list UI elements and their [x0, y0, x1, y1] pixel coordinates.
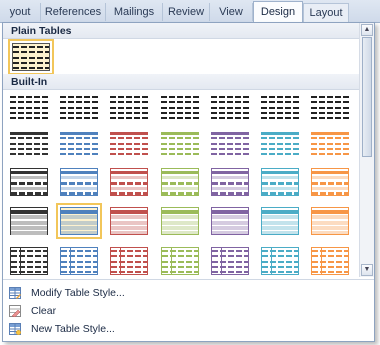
table-style-thumbnail[interactable] — [311, 168, 349, 196]
table-style-thumbnail[interactable] — [10, 130, 48, 158]
tab-mailings[interactable]: Mailings — [106, 3, 163, 21]
table-style-thumbnail[interactable] — [261, 247, 299, 275]
table-style-thumbnail[interactable] — [60, 94, 98, 122]
table-style-thumbnail[interactable] — [261, 94, 299, 122]
table-style-thumbnail[interactable] — [211, 168, 249, 196]
eraser-icon — [9, 305, 21, 318]
table-style-thumbnail[interactable] — [311, 207, 349, 236]
table-style-thumbnail[interactable] — [161, 130, 199, 158]
table-style-thumbnail[interactable] — [10, 247, 48, 275]
table-style-thumbnail[interactable] — [60, 130, 98, 158]
tab-references[interactable]: References — [41, 3, 106, 21]
modify-table-style-label: Modify Table Style... — [31, 287, 125, 299]
table-style-thumbnail[interactable] — [110, 247, 148, 275]
table-style-thumbnail[interactable] — [211, 94, 249, 122]
new-style-icon — [9, 323, 22, 336]
table-style-thumbnail[interactable] — [261, 168, 299, 196]
table-style-thumbnail[interactable] — [261, 207, 299, 236]
modify-style-icon — [9, 287, 21, 299]
table-style-thumbnail[interactable] — [211, 130, 249, 158]
clear-item[interactable]: Clear — [3, 302, 374, 320]
scroll-thumb[interactable] — [362, 37, 372, 157]
tab-design[interactable]: Design — [253, 1, 303, 23]
tab-view[interactable]: View — [210, 3, 253, 21]
tab-layout-partial[interactable]: yout — [0, 3, 41, 21]
table-style-thumbnail[interactable] — [56, 203, 102, 239]
scroll-down-icon[interactable]: ▼ — [361, 264, 373, 276]
table-style-thumbnail[interactable] — [10, 207, 48, 236]
table-style-thumbnail[interactable] — [110, 130, 148, 158]
table-style-thumbnail[interactable] — [10, 94, 48, 122]
table-style-thumbnail[interactable] — [161, 94, 199, 122]
table-style-thumbnail[interactable] — [161, 207, 199, 236]
clear-label: Clear — [31, 305, 57, 317]
table-style-thumbnail[interactable] — [261, 130, 299, 158]
table-style-thumbnail[interactable] — [60, 247, 98, 275]
new-table-style-label: New Table Style... — [31, 323, 115, 335]
new-table-style-item[interactable]: New Table Style... — [3, 320, 374, 338]
table-style-thumbnail[interactable] — [60, 168, 98, 196]
table-style-thumbnail[interactable] — [161, 168, 199, 196]
table-style-thumbnail[interactable] — [311, 130, 349, 158]
ribbon-tab-strip: yout References Mailings Review View Des… — [0, 0, 380, 23]
table-style-thumbnail[interactable] — [110, 94, 148, 122]
tab-layout[interactable]: Layout — [303, 3, 349, 22]
plain-tables-header: Plain Tables — [3, 23, 359, 39]
table-style-thumbnail[interactable] — [110, 207, 148, 236]
table-style-thumbnail[interactable] — [311, 247, 349, 275]
gallery-scrollbar[interactable]: ▲ ▼ — [359, 23, 374, 277]
table-style-thumbnail[interactable] — [211, 207, 249, 236]
gallery-menu: Modify Table Style... Clear New Table St… — [3, 279, 374, 342]
table-styles-gallery: Plain Tables Built-In ▲ ▼ Modify Table S… — [2, 22, 375, 342]
built-in-header: Built-In — [3, 74, 359, 90]
table-style-thumbnail[interactable] — [10, 168, 48, 196]
table-style-thumbnail[interactable] — [110, 168, 148, 196]
scroll-up-icon[interactable]: ▲ — [361, 24, 373, 36]
modify-table-style-item[interactable]: Modify Table Style... — [3, 284, 374, 302]
table-style-thumbnail[interactable] — [161, 247, 199, 275]
tab-review[interactable]: Review — [163, 3, 210, 21]
table-style-thumbnail[interactable] — [211, 247, 249, 275]
table-style-thumbnail[interactable] — [8, 39, 54, 75]
table-style-thumbnail[interactable] — [311, 94, 349, 122]
